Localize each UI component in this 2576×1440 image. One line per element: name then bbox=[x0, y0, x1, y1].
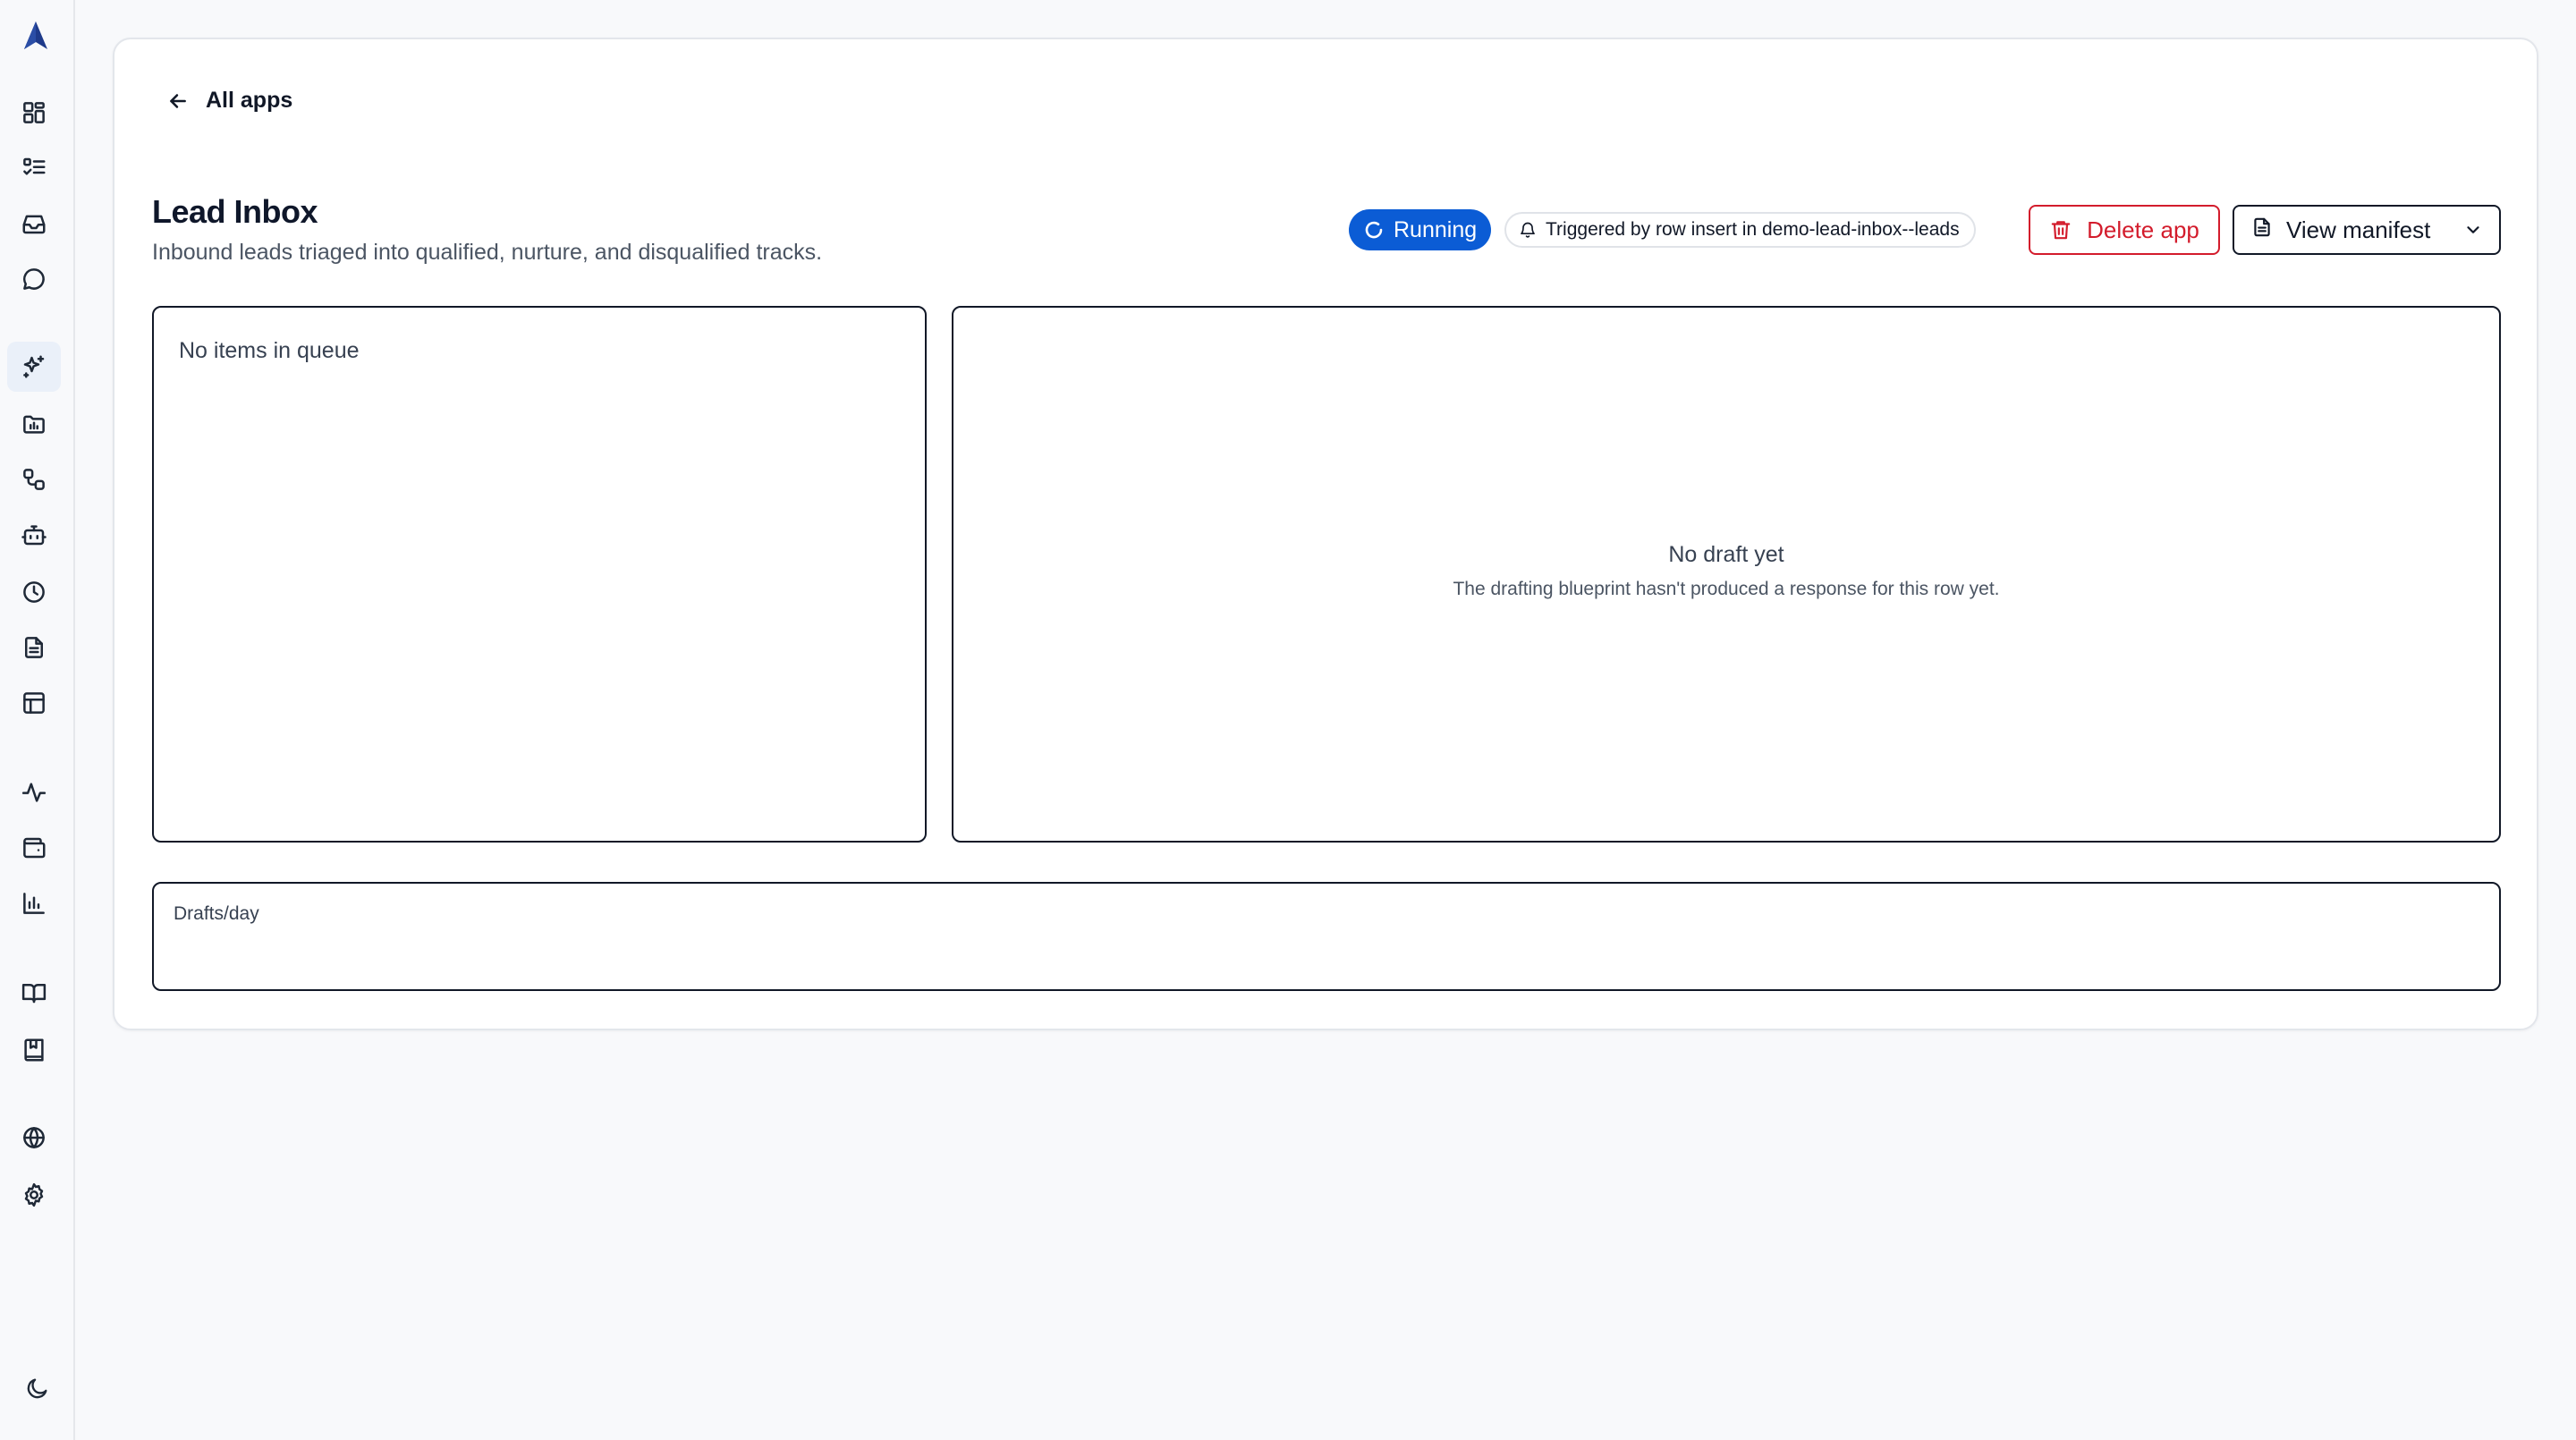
chevron-down-icon bbox=[2463, 220, 2483, 240]
bar-chart-icon bbox=[23, 893, 45, 914]
delete-app-label: Delete app bbox=[2087, 216, 2199, 243]
book-bookmark-icon bbox=[24, 1038, 44, 1062]
status-badge: Running bbox=[1349, 209, 1492, 250]
page-description: Inbound leads triaged into qualified, nu… bbox=[152, 240, 823, 265]
theme-toggle-button[interactable] bbox=[18, 1368, 57, 1408]
sidebar-item-tasks[interactable] bbox=[7, 143, 61, 193]
folder-chart-icon bbox=[23, 415, 45, 434]
sidebar-item-agents[interactable] bbox=[7, 510, 61, 560]
app-detail-card: All apps Lead Inbox Inbound leads triage… bbox=[113, 38, 2538, 1030]
sidebar-item-chat[interactable] bbox=[7, 254, 61, 304]
back-link-label: All apps bbox=[206, 88, 293, 113]
sidebar-item-bookmarks[interactable] bbox=[7, 1025, 61, 1075]
spinner-icon bbox=[1365, 221, 1383, 239]
sidebar-item-web[interactable] bbox=[7, 1113, 61, 1163]
sidebar-item-inbox[interactable] bbox=[7, 199, 61, 249]
trigger-badge: Triggered by row insert in demo-lead-inb… bbox=[1504, 212, 1976, 248]
wallet-icon bbox=[23, 837, 46, 859]
draft-empty-state: No draft yet The drafting blueprint hasn… bbox=[953, 542, 2499, 600]
sparkles-icon bbox=[23, 355, 45, 378]
draft-empty-title: No draft yet bbox=[1668, 542, 1784, 567]
moon-icon bbox=[27, 1378, 47, 1399]
sidebar-item-analytics[interactable] bbox=[7, 878, 61, 928]
trigger-label: Triggered by row insert in demo-lead-inb… bbox=[1546, 219, 1960, 240]
sidebar bbox=[0, 0, 75, 1440]
status-label: Running bbox=[1394, 216, 1478, 242]
document-icon bbox=[25, 637, 43, 658]
sidebar-item-docs[interactable] bbox=[7, 968, 61, 1018]
view-manifest-button[interactable]: View manifest bbox=[2233, 205, 2501, 255]
sidebar-item-activity[interactable] bbox=[7, 767, 61, 817]
activity-icon bbox=[21, 783, 47, 802]
sidebar-item-tables[interactable] bbox=[7, 678, 61, 728]
inbox-icon bbox=[22, 215, 46, 234]
sidebar-item-dashboard[interactable] bbox=[7, 88, 61, 138]
grid-icon bbox=[23, 102, 45, 123]
back-to-all-apps-link[interactable]: All apps bbox=[166, 88, 292, 114]
app-logo-icon[interactable] bbox=[21, 20, 50, 52]
chat-bubble-icon bbox=[22, 268, 45, 290]
view-manifest-label: View manifest bbox=[2286, 216, 2431, 243]
globe-icon bbox=[23, 1127, 45, 1148]
sidebar-item-schedules[interactable] bbox=[7, 567, 61, 617]
workflow-icon bbox=[23, 469, 45, 490]
table-icon bbox=[23, 692, 45, 714]
clock-icon bbox=[23, 581, 45, 603]
queue-empty-text: No items in queue bbox=[179, 338, 360, 363]
arrow-left-icon bbox=[170, 93, 186, 108]
sidebar-item-apps[interactable] bbox=[7, 342, 61, 392]
bell-icon bbox=[1521, 222, 1535, 238]
document-icon bbox=[2250, 216, 2274, 245]
book-open-icon bbox=[21, 984, 47, 1004]
draft-empty-subtitle: The drafting blueprint hasn't produced a… bbox=[1453, 579, 2000, 599]
gear-icon bbox=[24, 1182, 44, 1207]
checklist-icon bbox=[23, 157, 46, 175]
sidebar-item-projects[interactable] bbox=[7, 399, 61, 449]
sidebar-item-workflows[interactable] bbox=[7, 454, 61, 504]
draft-panel: No draft yet The drafting blueprint hasn… bbox=[952, 306, 2501, 843]
sidebar-item-settings[interactable] bbox=[7, 1170, 61, 1220]
metric-label: Drafts/day bbox=[174, 903, 259, 924]
delete-app-button[interactable]: Delete app bbox=[2029, 205, 2220, 255]
bot-icon bbox=[21, 525, 47, 546]
page-title: Lead Inbox bbox=[152, 193, 318, 230]
queue-panel: No items in queue bbox=[152, 306, 927, 843]
trash-icon bbox=[2051, 221, 2071, 240]
drafts-per-day-metric: Drafts/day bbox=[152, 882, 2501, 991]
sidebar-item-documents[interactable] bbox=[7, 623, 61, 673]
sidebar-item-wallet[interactable] bbox=[7, 823, 61, 873]
